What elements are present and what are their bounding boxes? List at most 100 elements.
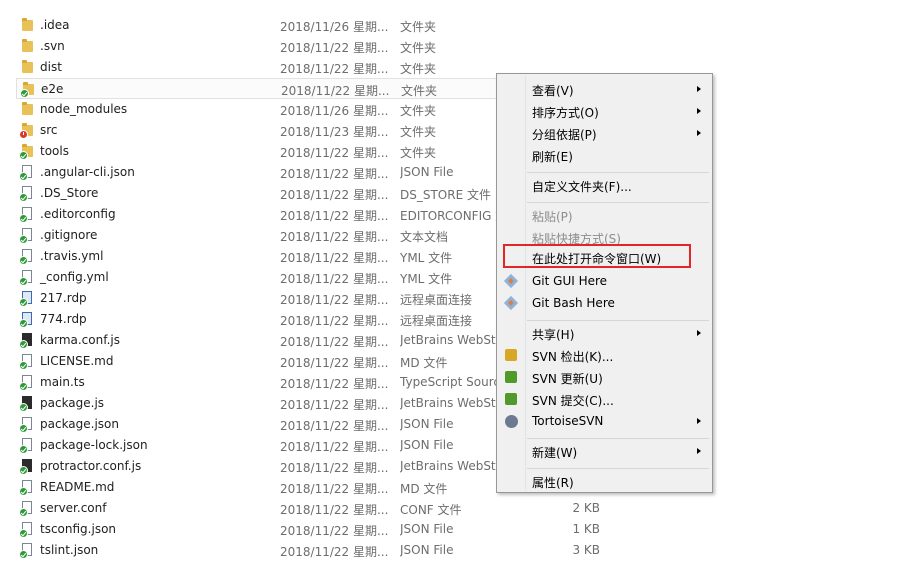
annotation-highlight-box	[503, 244, 691, 268]
menu-item[interactable]: SVN 提交(C)...	[499, 388, 710, 410]
file-type: JetBrains WebStorm	[400, 333, 504, 347]
menu-item-label: 查看(V)	[532, 84, 574, 98]
file-row[interactable]: tsconfig.json 2018/11/22 星期... JSON File 1 …	[14, 519, 600, 540]
git-icon	[503, 295, 519, 311]
file-type: TypeScript Source	[400, 375, 504, 389]
file-row[interactable]: tools 2018/11/22 星期... 文件夹	[14, 141, 534, 162]
file-row[interactable]: protractor.conf.js 2018/11/22 星期... JetBra…	[14, 456, 534, 477]
folder-icon	[20, 18, 35, 33]
menu-item[interactable]: 粘贴(P)	[499, 204, 710, 226]
file-date: 2018/11/22 星期...	[280, 545, 389, 559]
menu-item[interactable]: 自定义文件夹(F)...	[499, 174, 710, 196]
menu-item[interactable]: 排序方式(O)	[499, 100, 710, 122]
file-name: server.conf	[40, 501, 107, 515]
file-name: LICENSE.md	[40, 354, 114, 368]
menu-separator	[527, 202, 709, 203]
menu-item[interactable]: 新建(W)	[499, 440, 710, 462]
rdp-icon	[19, 312, 35, 328]
file-name: dist	[40, 60, 62, 74]
menu-item[interactable]: 共享(H)	[499, 322, 710, 344]
menu-item[interactable]: 刷新(E)	[499, 144, 710, 166]
file-row[interactable]: .editorconfig 2018/11/22 星期... EDITORCONFI…	[14, 204, 534, 225]
tortoisesvn-icon	[503, 413, 519, 429]
file-type: 文件夹	[400, 104, 437, 118]
file-row[interactable]: main.ts 2018/11/22 星期... TypeScript Source	[14, 372, 534, 393]
file-name: protractor.conf.js	[40, 459, 142, 473]
file-row[interactable]: .travis.yml 2018/11/22 星期... YML 文件	[14, 246, 534, 267]
file-row[interactable]: 774.rdp 2018/11/22 星期... 远程桌面连接	[14, 309, 534, 330]
file-date: 2018/11/26 星期...	[280, 104, 389, 118]
file-name: package.js	[40, 396, 105, 410]
file-row[interactable]: karma.conf.js 2018/11/22 星期... JetBrains W…	[14, 330, 534, 351]
file-row[interactable]: server.conf 2018/11/22 星期... CONF 文件 2 KB	[14, 498, 600, 519]
file-row[interactable]: .angular-cli.json 2018/11/22 星期... JSON Fi…	[14, 162, 534, 183]
menu-item[interactable]: 查看(V)	[499, 78, 710, 100]
file-type: 文件夹	[400, 20, 437, 34]
file-row[interactable]: package-lock.json 2018/11/22 星期... JSON Fi…	[14, 435, 534, 456]
file-row[interactable]: 217.rdp 2018/11/22 星期... 远程桌面连接	[14, 288, 534, 309]
file-row[interactable]: package.js 2018/11/22 星期... JetBrains WebS…	[14, 393, 534, 414]
svn-ok-overlay-icon	[19, 214, 28, 223]
file-row[interactable]: package.json 2018/11/22 星期... JSON File	[14, 414, 534, 435]
file-name: .DS_Store	[40, 186, 99, 200]
file-date: 2018/11/22 星期...	[280, 167, 389, 181]
file-date: 2018/11/22 星期...	[280, 461, 389, 475]
menu-item-label: SVN 提交(C)...	[532, 394, 614, 408]
svn-ok-overlay-icon	[19, 340, 28, 349]
file-date: 2018/11/22 星期...	[280, 503, 389, 517]
file-type: 文件夹	[400, 125, 437, 139]
file-row[interactable]: .DS_Store 2018/11/22 星期... DS_STORE 文件	[14, 183, 534, 204]
file-row[interactable]: src 2018/11/23 星期... 文件夹	[14, 120, 534, 141]
menu-item-label: SVN 更新(U)	[532, 372, 603, 386]
file-row[interactable]: .idea 2018/11/26 星期... 文件夹	[14, 15, 534, 36]
file-type: 远程桌面连接	[400, 314, 473, 328]
svn-ok-overlay-icon	[19, 151, 28, 160]
file-row[interactable]: tslint.json 2018/11/22 星期... JSON File 3 KB	[14, 540, 600, 561]
file-name: karma.conf.js	[40, 333, 120, 347]
folder-icon	[20, 102, 35, 117]
menu-item[interactable]: Git GUI Here	[499, 270, 710, 292]
file-date: 2018/11/22 星期...	[280, 230, 389, 244]
file-type: DS_STORE 文件	[400, 188, 491, 202]
menu-item[interactable]: 分组依据(P)	[499, 122, 710, 144]
file-type: 远程桌面连接	[400, 293, 473, 307]
file-name: .gitignore	[40, 228, 98, 242]
file-name: .angular-cli.json	[40, 165, 135, 179]
menu-item-label: 共享(H)	[532, 328, 575, 342]
file-type: JetBrains WebStorm	[400, 396, 504, 410]
file-type: MD 文件	[400, 356, 448, 370]
svn-ok-overlay-icon	[19, 529, 28, 538]
file-row[interactable]: .svn 2018/11/22 星期... 文件夹	[14, 36, 534, 57]
file-type: YML 文件	[400, 251, 453, 265]
file-name: .idea	[40, 18, 70, 32]
menu-item-label: Git GUI Here	[532, 274, 608, 288]
svn-ok-overlay-icon	[19, 361, 28, 370]
menu-item[interactable]: SVN 更新(U)	[499, 366, 710, 388]
menu-item[interactable]: SVN 检出(K)...	[499, 344, 710, 366]
file-name: package.json	[40, 417, 120, 431]
file-date: 2018/11/22 星期...	[280, 209, 389, 223]
file-row[interactable]: LICENSE.md 2018/11/22 星期... MD 文件	[14, 351, 534, 372]
menu-separator	[527, 172, 709, 173]
svn-ok-overlay-icon	[19, 550, 28, 559]
file-date: 2018/11/26 星期...	[280, 20, 389, 34]
submenu-arrow-icon	[697, 108, 701, 114]
file-row[interactable]: e2e 2018/11/22 星期... 文件夹	[16, 78, 516, 99]
svn-ok-overlay-icon	[19, 382, 28, 391]
file-date: 2018/11/22 星期...	[280, 440, 389, 454]
file-list: .idea 2018/11/26 星期... 文件夹 .svn 2018/11/22 星…	[0, 0, 920, 560]
file-row[interactable]: .gitignore 2018/11/22 星期... 文本文档	[14, 225, 534, 246]
file-date: 2018/11/22 星期...	[280, 419, 389, 433]
file-row[interactable]: README.md 2018/11/22 星期... MD 文件	[14, 477, 534, 498]
file-row[interactable]: _config.yml 2018/11/22 星期... YML 文件	[14, 267, 534, 288]
svn-ok-overlay-icon	[19, 487, 28, 496]
svn-ok-overlay-icon	[19, 466, 28, 475]
file-row[interactable]: dist 2018/11/22 星期... 文件夹	[14, 57, 534, 78]
menu-item[interactable]: 属性(R)	[499, 470, 710, 492]
menu-item[interactable]: TortoiseSVN	[499, 410, 710, 432]
file-name: package-lock.json	[40, 438, 148, 452]
menu-item[interactable]: Git Bash Here	[499, 292, 710, 314]
file-name: tsconfig.json	[40, 522, 117, 536]
file-date: 2018/11/22 星期...	[280, 482, 389, 496]
file-row[interactable]: node_modules 2018/11/26 星期... 文件夹	[14, 99, 534, 120]
